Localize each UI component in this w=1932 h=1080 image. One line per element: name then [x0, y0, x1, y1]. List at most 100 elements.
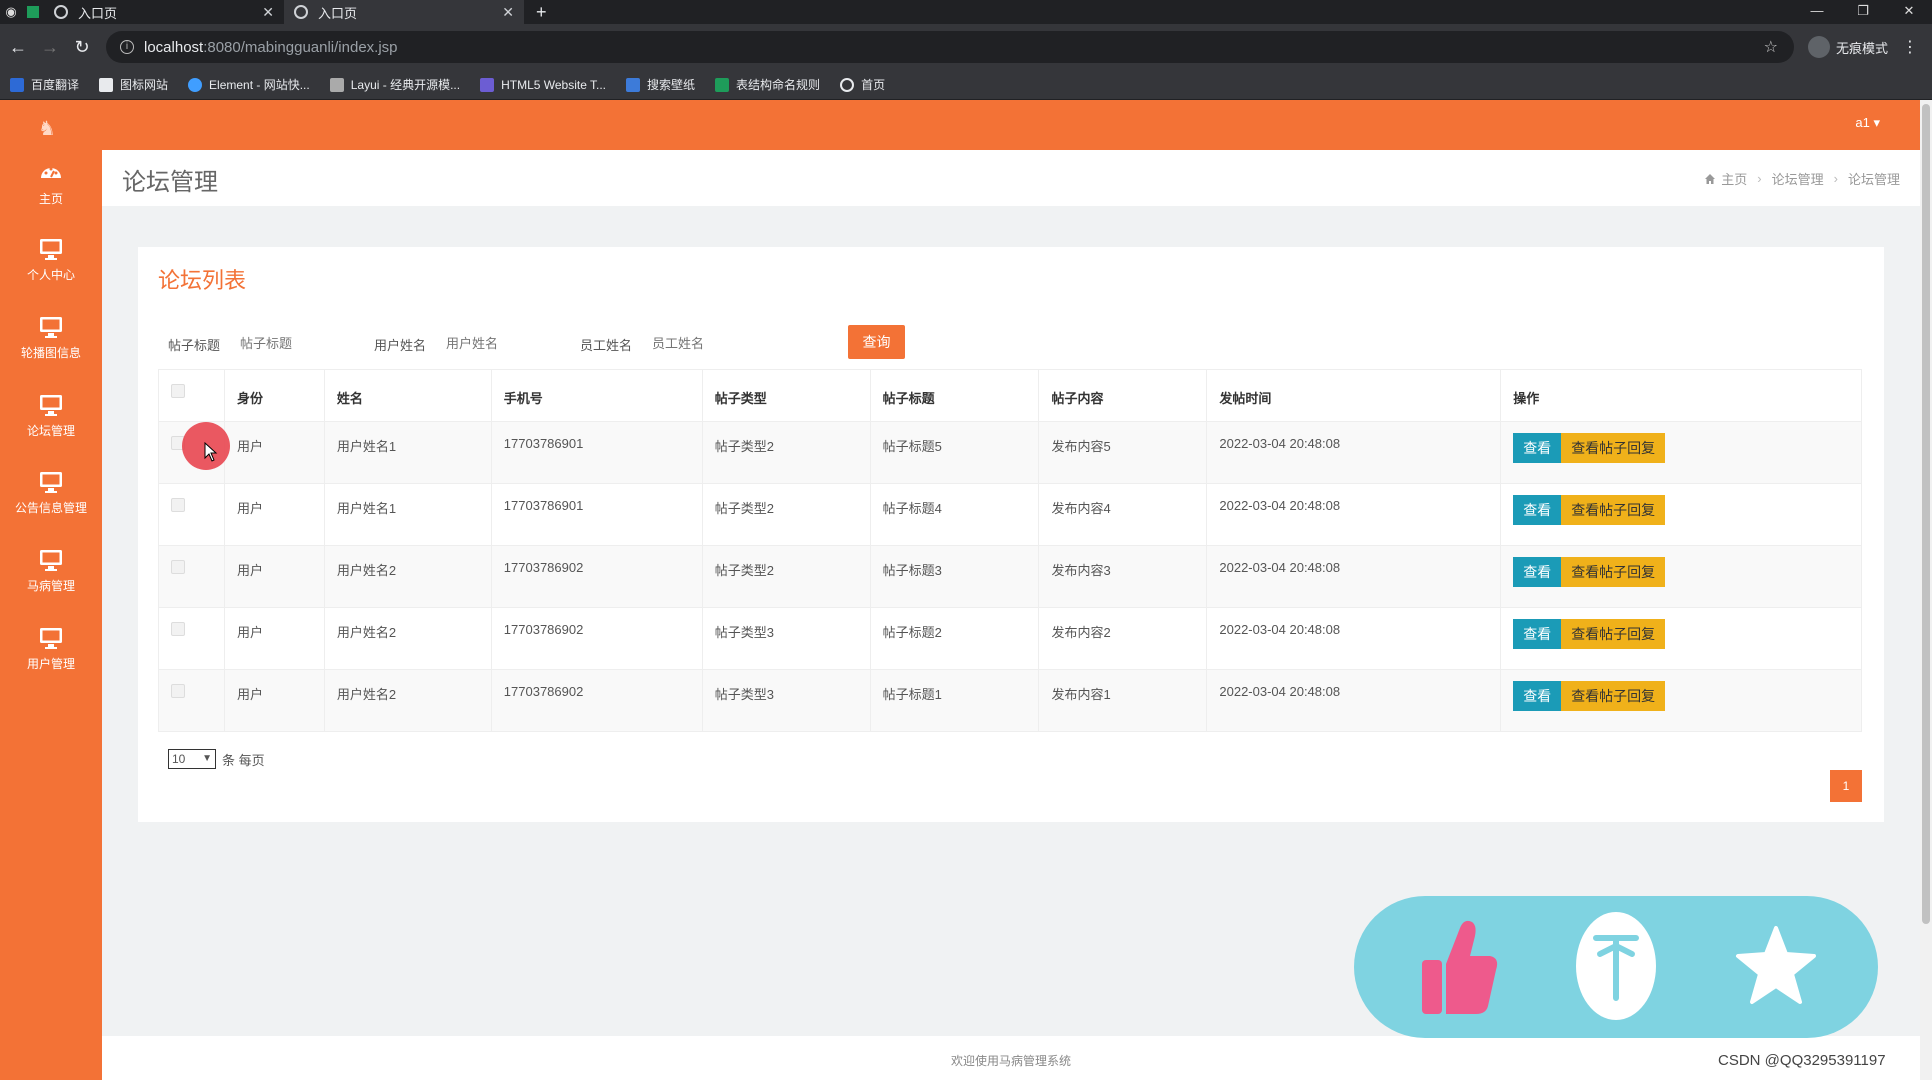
page-size-select[interactable]: 10 ▼ [168, 749, 216, 769]
actions-cell: 查看 查看帖子回复 [1500, 607, 1862, 670]
chrome-icon[interactable]: ◉ [0, 0, 22, 24]
actions-cell: 查看 查看帖子回复 [1500, 483, 1862, 546]
title-search-input[interactable] [240, 329, 350, 357]
actions-cell: 查看 查看帖子回复 [1500, 545, 1862, 608]
browser-tab-active[interactable]: 入口页 ✕ [284, 0, 524, 24]
bookmark-item[interactable]: 搜索壁纸 [626, 76, 695, 93]
incognito-label: 无痕模式 [1836, 40, 1889, 56]
url-host: localhost [144, 38, 204, 56]
globe-icon [54, 5, 68, 19]
restore-button[interactable]: ❐ [1840, 0, 1886, 24]
sidebar-item-users[interactable]: 用户管理 [0, 625, 102, 672]
bookmark-star-icon[interactable]: ☆ [1764, 37, 1778, 57]
breadcrumb: 主页 › 论坛管理 › 论坛管理 [1704, 169, 1900, 188]
sidebar-item-notice[interactable]: 公告信息管理 [0, 469, 102, 516]
floating-action-panel [1354, 896, 1878, 1038]
bookmark-item[interactable]: 首页 [840, 76, 885, 93]
breadcrumb-separator: › [1757, 171, 1762, 186]
sidebar-item-carousel[interactable]: 轮播图信息 [0, 314, 102, 361]
scrollbar-thumb[interactable] [1922, 104, 1930, 924]
browser-tab[interactable]: 入口页 ✕ [44, 0, 284, 24]
sidebar-item-home[interactable]: 主页 [0, 160, 102, 207]
watermark: CSDN @QQ3295391197 [1718, 1052, 1886, 1069]
incognito-indicator[interactable]: 无痕模式 [1808, 36, 1888, 58]
favorite-button[interactable] [1726, 916, 1826, 1016]
app-tab-icon[interactable] [22, 0, 44, 24]
globe-icon [294, 5, 308, 19]
address-bar[interactable]: i localhost:8080/mabingguanli/index.jsp … [106, 31, 1794, 63]
page-scrollbar[interactable] [1920, 100, 1932, 1080]
table-header-row: 身份 姓名 手机号 帖子类型 帖子标题 帖子内容 发帖时间 操作 [158, 369, 1862, 422]
monitor-icon [40, 628, 62, 649]
view-replies-button[interactable]: 查看帖子回复 [1561, 495, 1666, 525]
bookmark-item[interactable]: 图标网站 [99, 76, 168, 93]
html5-icon [480, 77, 495, 92]
row-checkbox[interactable] [171, 622, 185, 636]
bookmarks-bar: 百度翻译 图标网站 Element - 网站快... Layui - 经典开源模… [0, 70, 1932, 100]
back-icon[interactable]: ← [4, 37, 32, 58]
bookmark-item[interactable]: Element - 网站快... [188, 76, 310, 93]
page-number-button[interactable]: 1 [1830, 770, 1862, 802]
close-window-button[interactable]: ✕ [1886, 0, 1932, 24]
view-button[interactable]: 查看 [1513, 433, 1562, 463]
browser-menu-icon[interactable]: ⋮ [1902, 37, 1918, 57]
sidebar-item-label: 马病管理 [26, 579, 75, 593]
coin-icon [1576, 912, 1656, 1020]
search-label-staff: 员工姓名 [580, 338, 633, 353]
view-replies-button[interactable]: 查看帖子回复 [1561, 619, 1666, 649]
sidebar-item-disease[interactable]: 马病管理 [0, 547, 102, 594]
sidebar-item-forum[interactable]: 论坛管理 [0, 392, 102, 439]
view-replies-button[interactable]: 查看帖子回复 [1561, 433, 1666, 463]
bookmark-item[interactable]: Layui - 经典开源模... [329, 76, 460, 93]
new-tab-button[interactable]: + [536, 2, 547, 23]
row-checkbox[interactable] [171, 560, 185, 574]
coin-button[interactable] [1566, 912, 1666, 1020]
page-size-control: 10 ▼ 条 每页 [168, 749, 265, 769]
row-checkbox[interactable] [171, 684, 185, 698]
breadcrumb-item[interactable]: 论坛管理 [1772, 169, 1824, 188]
bookmark-item[interactable]: 表结构命名规则 [715, 76, 820, 93]
footer: 欢迎使用马病管理系统 [102, 1036, 1920, 1080]
close-icon[interactable]: ✕ [262, 4, 274, 21]
close-icon[interactable]: ✕ [502, 4, 514, 21]
user-name-search-input[interactable] [446, 329, 556, 357]
tab-title: 入口页 [318, 5, 358, 21]
bookmark-item[interactable]: 百度翻译 [10, 76, 79, 93]
doc-icon [715, 77, 730, 92]
view-button[interactable]: 查看 [1513, 619, 1562, 649]
role-cell: 用户 [223, 421, 325, 484]
view-button[interactable]: 查看 [1513, 495, 1562, 525]
reload-icon[interactable]: ↻ [68, 37, 96, 58]
sidebar-item-label: 论坛管理 [26, 424, 75, 438]
phone-cell: 17703786901 [490, 421, 703, 484]
name-cell: 用户姓名1 [323, 483, 492, 546]
element-icon [188, 77, 203, 92]
select-all-checkbox[interactable] [171, 384, 185, 398]
forward-icon[interactable]: → [36, 37, 64, 58]
time-cell: 2022-03-04 20:48:08 [1206, 669, 1502, 732]
staff-name-search-input[interactable] [652, 329, 762, 357]
phone-cell: 17703786902 [490, 607, 703, 670]
app-topbar: a1 ▾ [0, 100, 1920, 150]
row-checkbox[interactable] [171, 498, 185, 512]
view-replies-button[interactable]: 查看帖子回复 [1561, 557, 1666, 587]
minimize-button[interactable]: — [1794, 0, 1840, 24]
breadcrumb-home[interactable]: 主页 [1721, 169, 1747, 188]
like-button[interactable] [1408, 916, 1508, 1016]
wallpaper-icon [626, 77, 641, 92]
view-replies-button[interactable]: 查看帖子回复 [1561, 681, 1666, 711]
baidu-translate-icon [10, 77, 24, 92]
name-cell: 用户姓名2 [323, 607, 492, 670]
user-menu[interactable]: a1 ▾ [1855, 115, 1880, 131]
name-cell: 用户姓名2 [323, 545, 492, 608]
query-button[interactable]: 查询 [848, 325, 905, 359]
view-button[interactable]: 查看 [1513, 557, 1562, 587]
bookmark-item[interactable]: HTML5 Website T... [480, 77, 606, 92]
sidebar-item-personal[interactable]: 个人中心 [0, 236, 102, 283]
monitor-icon [40, 550, 62, 571]
page-title: 论坛管理 [122, 169, 218, 196]
view-button[interactable]: 查看 [1513, 681, 1562, 711]
card-title: 论坛列表 [158, 268, 247, 293]
site-info-icon[interactable]: i [120, 40, 134, 54]
name-cell: 用户姓名2 [323, 669, 492, 732]
